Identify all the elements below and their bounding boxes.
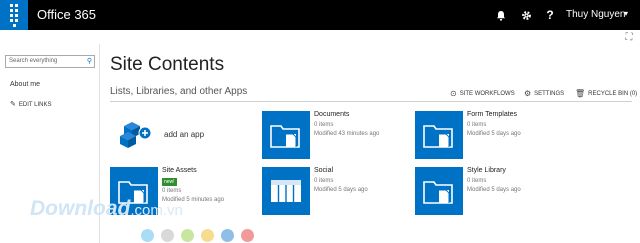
settings-button[interactable]: ⚙ SETTINGS <box>524 89 564 98</box>
watermark-logo: Download.com.vn <box>30 197 183 221</box>
tile-documents[interactable] <box>262 111 310 159</box>
app-launcher-icon[interactable] <box>0 0 28 30</box>
pencil-icon: ✎ <box>10 101 16 108</box>
document-library-icon <box>423 125 453 148</box>
nav-item-about-me[interactable]: About me <box>10 81 40 88</box>
gear-icon: ⚙ <box>524 89 532 98</box>
section-heading: Lists, Libraries, and other Apps <box>110 86 248 97</box>
tile-item-count: 0 items <box>467 178 487 184</box>
watermark-dot <box>241 229 254 242</box>
search-placeholder: Search everything <box>9 58 58 64</box>
watermark-dots <box>141 229 254 242</box>
tile-modified: Modified 43 minutes ago <box>314 131 380 137</box>
site-workflows-button[interactable]: ⊙ SITE WORKFLOWS <box>450 89 515 98</box>
tile-modified: Modified 5 days ago <box>467 187 521 193</box>
watermark-dot <box>201 229 214 242</box>
tile-modified: Modified 5 days ago <box>467 131 521 137</box>
tile-form-templates[interactable] <box>415 111 463 159</box>
brand-title[interactable]: Office 365 <box>37 7 96 22</box>
tile-title[interactable]: Form Templates <box>467 111 517 118</box>
workflow-icon: ⊙ <box>450 89 457 98</box>
recycle-bin-label: RECYCLE BIN (0) <box>588 90 638 97</box>
suite-bar: Office 365 ? Thuy Nguyen ▾ <box>0 0 640 30</box>
tile-item-count: 0 items <box>162 188 182 194</box>
document-library-icon <box>423 181 453 204</box>
tile-social[interactable] <box>262 167 310 215</box>
watermark-domain: .com.vn <box>130 202 183 219</box>
document-library-icon <box>270 125 300 148</box>
tile-item-count: 0 items <box>314 122 334 128</box>
watermark-dot <box>161 229 174 242</box>
tile-title[interactable]: Documents <box>314 111 349 118</box>
tile-item-count: 0 items <box>467 122 487 128</box>
gear-icon[interactable] <box>514 0 538 30</box>
edit-links-label: EDIT LINKS <box>18 102 52 108</box>
trash-icon: 🗑 <box>575 89 586 98</box>
tile-title[interactable]: Site Assets <box>162 167 197 174</box>
focus-on-content-icon[interactable]: ⛶ <box>622 32 636 44</box>
watermark-dot <box>221 229 234 242</box>
search-input[interactable]: Search everything ⚲ <box>5 55 95 68</box>
add-app-icon[interactable] <box>118 118 154 150</box>
search-icon[interactable]: ⚲ <box>87 57 92 65</box>
watermark-dot <box>181 229 194 242</box>
edit-links-button[interactable]: ✎ EDIT LINKS <box>10 100 51 108</box>
new-badge: new! <box>162 178 177 186</box>
user-name[interactable]: Thuy Nguyen <box>566 9 625 20</box>
bell-icon[interactable] <box>489 0 513 30</box>
settings-label: SETTINGS <box>534 90 565 97</box>
add-app-link[interactable]: add an app <box>164 130 204 139</box>
tile-item-count: 0 items <box>314 178 334 184</box>
watermark-text: Download <box>30 197 131 220</box>
chevron-down-icon[interactable]: ▾ <box>624 9 628 18</box>
tile-style-library[interactable] <box>415 167 463 215</box>
divider <box>110 101 632 102</box>
watermark-dot <box>141 229 154 242</box>
recycle-bin-button[interactable]: 🗑 RECYCLE BIN (0) <box>575 89 637 98</box>
tile-title[interactable]: Style Library <box>467 167 506 174</box>
tile-modified: Modified 5 days ago <box>314 187 368 193</box>
page-title: Site Contents <box>110 54 225 75</box>
list-icon <box>271 180 301 202</box>
tile-title[interactable]: Social <box>314 167 333 174</box>
help-icon[interactable]: ? <box>538 0 562 30</box>
site-workflows-label: SITE WORKFLOWS <box>459 90 515 97</box>
